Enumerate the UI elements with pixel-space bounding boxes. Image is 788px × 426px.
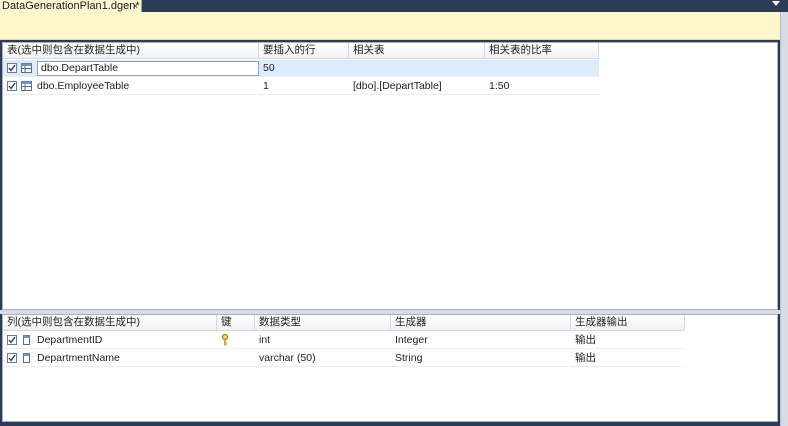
document-tab-title: DataGenerationPlan1.dgen* [2, 0, 140, 12]
ratio-cell[interactable] [485, 60, 599, 76]
columns-grid: 列(选中则包含在数据生成中) 键 数据类型 生成器 生成器输出 Departme… [2, 314, 778, 422]
rows-to-insert-cell[interactable]: 1 [259, 78, 349, 94]
data-type-cell: varchar (50) [259, 352, 316, 364]
column-icon [23, 353, 30, 363]
checkbox-checked-icon[interactable] [7, 63, 17, 73]
checkbox-checked-icon[interactable] [7, 353, 17, 363]
data-type-cell: int [259, 334, 271, 346]
column-row[interactable]: DepartmentID int Integer 输出 [3, 332, 685, 349]
table-name: dbo.DepartTable [41, 62, 119, 74]
info-bar [0, 12, 780, 40]
column-header-ratio[interactable]: 相关表的比率 [485, 43, 599, 58]
column-name: DepartmentID [37, 334, 103, 346]
checkbox-checked-icon[interactable] [7, 81, 17, 91]
column-header-generator-output[interactable]: 生成器输出 [571, 315, 685, 330]
key-icon [221, 334, 229, 346]
rows-to-insert-cell[interactable]: 50 [259, 60, 349, 76]
column-header-key[interactable]: 键 [217, 315, 255, 330]
scrollbar-track[interactable] [780, 12, 788, 426]
table-row[interactable]: dbo.DepartTable 50 [3, 60, 599, 77]
table-name: dbo.EmployeeTable [37, 80, 130, 92]
tables-grid: 表(选中则包含在数据生成中) 要插入的行 相关表 相关表的比率 dbo.Depa… [2, 42, 778, 310]
column-header-generator[interactable]: 生成器 [391, 315, 571, 330]
table-icon [21, 63, 32, 73]
checkbox-checked-icon[interactable] [7, 335, 17, 345]
column-name: DepartmentName [37, 352, 120, 364]
generator-output-cell[interactable]: 输出 [571, 332, 685, 348]
chevron-down-icon[interactable] [772, 1, 780, 6]
generator-cell[interactable]: Integer [391, 332, 571, 348]
column-header-column[interactable]: 列(选中则包含在数据生成中) [3, 315, 217, 330]
column-icon [23, 335, 30, 345]
ratio-cell[interactable]: 1:50 [485, 78, 599, 94]
table-icon [21, 81, 32, 91]
column-header-rows-to-insert[interactable]: 要插入的行 [259, 43, 349, 58]
column-header-data-type[interactable]: 数据类型 [255, 315, 391, 330]
column-row[interactable]: DepartmentName varchar (50) String 输出 [3, 350, 685, 367]
columns-grid-header: 列(选中则包含在数据生成中) 键 数据类型 生成器 生成器输出 [3, 315, 685, 331]
close-icon[interactable]: × [133, 0, 138, 12]
key-cell [217, 350, 255, 366]
generator-output-cell[interactable]: 输出 [571, 350, 685, 366]
related-table-cell[interactable]: [dbo].[DepartTable] [349, 78, 485, 94]
document-tab-strip: DataGenerationPlan1.dgen* × [0, 0, 788, 12]
column-header-related-table[interactable]: 相关表 [349, 43, 485, 58]
tables-grid-header: 表(选中则包含在数据生成中) 要插入的行 相关表 相关表的比率 [3, 43, 599, 59]
table-row[interactable]: dbo.EmployeeTable 1 [dbo].[DepartTable] … [3, 78, 599, 95]
table-name-editor[interactable]: dbo.DepartTable [37, 60, 259, 76]
related-table-cell[interactable] [349, 60, 485, 76]
document-tab[interactable]: DataGenerationPlan1.dgen* × [0, 0, 142, 12]
generator-cell[interactable]: String [391, 350, 571, 366]
column-header-table[interactable]: 表(选中则包含在数据生成中) [3, 43, 259, 58]
